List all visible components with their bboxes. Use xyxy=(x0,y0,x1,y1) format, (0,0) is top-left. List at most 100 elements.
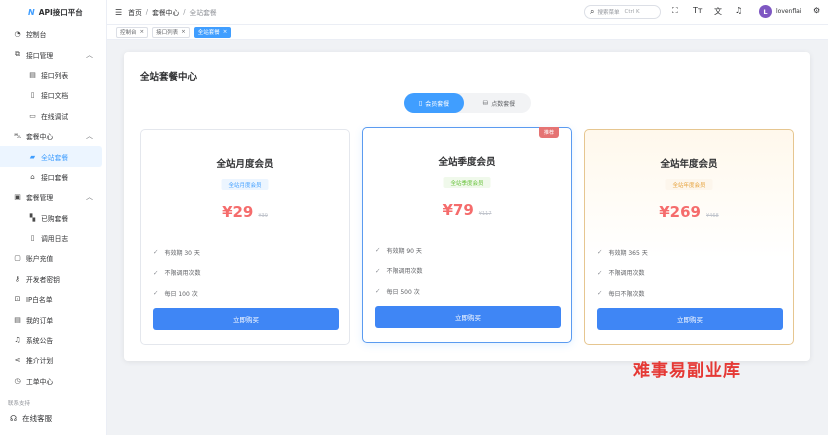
breadcrumb-home[interactable]: 首页 xyxy=(128,7,142,17)
recommended-ribbon: 推荐 xyxy=(538,127,559,138)
sidebar-item-my-orders[interactable]: ▤ 我的订单 xyxy=(0,309,106,329)
sidebar-item-label: 全站套餐 xyxy=(41,153,69,162)
price-amount: ¥79 xyxy=(442,201,474,219)
chevron-up-icon: ︿ xyxy=(86,132,93,141)
sidebar-item-label: 套餐管理 xyxy=(26,194,54,203)
feature-text: 每日 500 次 xyxy=(386,288,420,296)
share-icon: ⋖ xyxy=(14,356,21,365)
points-package-toggle[interactable]: ⛁ 点数套餐 xyxy=(470,93,528,113)
breadcrumb-separator: / xyxy=(183,8,186,16)
check-icon: ✓ xyxy=(375,287,381,296)
buy-now-button[interactable]: 立即购买 xyxy=(375,306,561,328)
sidebar-item-dashboard[interactable]: ◔ 控制台 xyxy=(0,24,106,44)
settings-gear-icon[interactable]: ⚙ xyxy=(813,6,820,15)
close-icon[interactable]: × xyxy=(140,29,145,35)
plan-badge: 全站年度会员 xyxy=(665,179,713,190)
sidebar-item-label: 工单中心 xyxy=(26,377,54,386)
plan-card-monthly: 全站月度会员 全站月度会员 ¥29 ¥39 ✓ 有效期 30 天 ✓ 不限调用次数 … xyxy=(140,129,350,345)
menu-fold-icon[interactable]: ☰ xyxy=(115,8,122,17)
feature-item: ✓ 不限调用次数 xyxy=(597,263,648,284)
package-type-switch: ▯ 会员套餐 ⛁ 点数套餐 xyxy=(404,93,531,113)
sidebar-item-purchased-package[interactable]: ▚ 已购套餐 xyxy=(0,208,106,228)
buy-now-button[interactable]: 立即购买 xyxy=(153,308,339,330)
breadcrumb-package-center[interactable]: 套餐中心 xyxy=(152,7,179,17)
sidebar-item-label: 套餐中心 xyxy=(26,133,54,142)
sidebar-item-site-package[interactable]: ▰ 全站套餐 xyxy=(0,146,102,167)
doc-icon: ▯ xyxy=(30,91,35,100)
app-logo[interactable]: N API接口平台 xyxy=(0,0,106,24)
search-input[interactable]: ⌕ 搜索菜单 Ctrl K xyxy=(584,5,661,19)
tab-interface-list[interactable]: 接口列表 × xyxy=(152,26,190,38)
feature-item: ✓ 每日 500 次 xyxy=(375,281,422,302)
feature-item: ✓ 每日 100 次 xyxy=(153,283,200,304)
logo-mark: N xyxy=(28,7,35,17)
close-icon[interactable]: × xyxy=(223,29,228,35)
user-name[interactable]: lovenflai xyxy=(776,8,802,15)
plan-features: ✓ 有效期 365 天 ✓ 不限调用次数 ✓ 每日不限次数 xyxy=(597,242,648,304)
price-amount: ¥269 xyxy=(659,203,701,221)
sidebar-item-referral[interactable]: ⋖ 推介计划 xyxy=(0,350,106,370)
feature-text: 每日 100 次 xyxy=(164,290,198,298)
bag-icon: ▰ xyxy=(29,152,36,161)
sidebar-item-interface-list[interactable]: ▤ 接口列表 xyxy=(0,65,106,85)
tab-site-package[interactable]: 全站套餐 × xyxy=(193,26,232,38)
sidebar-item-label: 已购套餐 xyxy=(41,214,69,223)
plan-price: ¥79 ¥117 xyxy=(363,201,571,219)
member-package-toggle[interactable]: ▯ 会员套餐 xyxy=(404,93,464,113)
check-icon: ✓ xyxy=(597,248,603,257)
headset-icon: ☊ xyxy=(10,413,18,423)
tab-label: 接口列表 xyxy=(156,30,179,36)
dashboard-icon: ◔ xyxy=(14,30,21,39)
check-icon: ✓ xyxy=(153,268,159,277)
fullscreen-icon[interactable]: ⛶ xyxy=(672,6,678,16)
breadcrumb-separator: / xyxy=(145,8,149,16)
sidebar-item-label: 我的订单 xyxy=(26,316,54,325)
check-icon: ✓ xyxy=(153,248,159,257)
translate-icon[interactable]: 文 xyxy=(714,6,722,17)
sidebar-item-announcements[interactable]: ♫ 系统公告 xyxy=(0,330,106,350)
buy-now-button[interactable]: 立即购买 xyxy=(597,308,783,330)
tab-dashboard[interactable]: 控制台 × xyxy=(116,26,149,38)
sidebar-item-interface-management[interactable]: ⧉ 接口管理 ︿ xyxy=(0,44,106,64)
feature-text: 不限调用次数 xyxy=(608,270,645,278)
top-bar: ☰ 首页 / 套餐中心 / 全站套餐 ⌕ 搜索菜单 Ctrl K ⛶ Tт 文 … xyxy=(107,0,828,24)
plan-name: 全站月度会员 xyxy=(216,159,274,170)
plan-badge: 全站月度会员 xyxy=(221,179,269,190)
check-icon: ✓ xyxy=(375,246,381,255)
app-title: API接口平台 xyxy=(38,7,83,17)
tab-label: 全站套餐 xyxy=(197,30,220,36)
font-size-icon[interactable]: Tт xyxy=(693,6,703,15)
sidebar-menu: ◔ 控制台 ⧉ 接口管理 ︿ ▤ 接口列表 ▯ 接口文档 ▭ 在线调试 ⛍ 套餐… xyxy=(0,24,106,391)
avatar[interactable]: L xyxy=(759,5,772,18)
watermark-text: 难事易副业库 xyxy=(633,361,741,381)
online-service-button[interactable]: ☊ 在线客服 xyxy=(0,407,106,429)
sidebar-item-package-center[interactable]: ⛍ 套餐中心 ︿ xyxy=(0,126,106,146)
plan-price: ¥269 ¥468 xyxy=(585,203,793,221)
breadcrumb-current: 全站套餐 xyxy=(189,9,217,17)
sidebar-item-developer-key[interactable]: ⚷ 开发者密钥 xyxy=(0,269,106,289)
sidebar-item-call-log[interactable]: ▯ 调用日志 xyxy=(0,228,106,248)
check-icon: ✓ xyxy=(597,289,603,298)
plan-name: 全站年度会员 xyxy=(660,159,718,170)
sidebar-item-recharge[interactable]: ▢ 账户充值 xyxy=(0,248,106,268)
notification-bell-icon[interactable]: ♫ xyxy=(735,6,742,15)
sidebar-item-interface-package[interactable]: ⌂ 接口套餐 xyxy=(0,167,106,187)
feature-item: ✓ 不限调用次数 xyxy=(375,261,422,282)
wallet-icon: ▢ xyxy=(14,254,21,263)
feature-item: ✓ 有效期 30 天 xyxy=(153,242,200,263)
sidebar-item-label: 接口管理 xyxy=(26,51,54,60)
sidebar-item-interface-docs[interactable]: ▯ 接口文档 xyxy=(0,85,106,105)
online-service-label: 在线客服 xyxy=(22,413,53,423)
feature-text: 有效期 30 天 xyxy=(164,249,200,257)
close-icon[interactable]: × xyxy=(181,29,186,35)
sidebar-item-ticket-center[interactable]: ◷ 工单中心 xyxy=(0,371,106,391)
page-tabs: 控制台 × 接口列表 × 全站套餐 × xyxy=(107,24,828,40)
plan-card-yearly: 全站年度会员 全站年度会员 ¥269 ¥468 ✓ 有效期 365 天 ✓ 不限调用… xyxy=(584,129,794,345)
sidebar-item-online-debug[interactable]: ▭ 在线调试 xyxy=(0,106,106,126)
sidebar-item-label: 在线调试 xyxy=(41,112,69,121)
manage-icon: ▣ xyxy=(14,193,21,202)
original-price: ¥117 xyxy=(478,211,492,217)
sidebar-item-ip-whitelist[interactable]: ⊡ IP白名单 xyxy=(0,289,106,309)
member-package-label: 会员套餐 xyxy=(425,100,450,108)
sidebar-item-package-management[interactable]: ▣ 套餐管理 ︿ xyxy=(0,187,106,207)
